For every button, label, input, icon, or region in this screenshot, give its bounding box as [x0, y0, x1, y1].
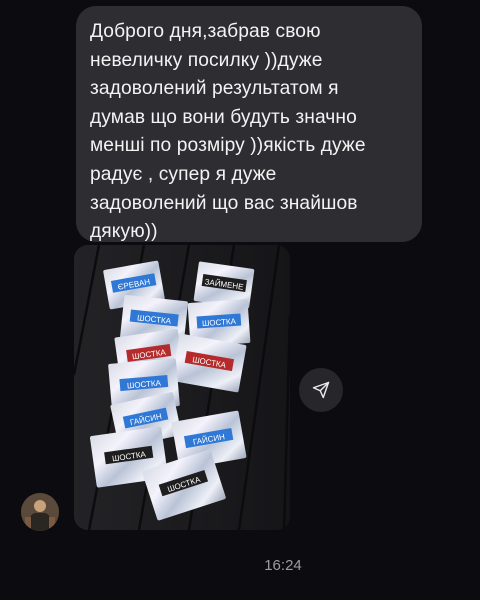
message-timestamp: 16:24 — [264, 557, 302, 574]
message-text: Доброго дня,забрав свою невеличку посилк… — [90, 21, 366, 243]
chat-screen: Доброго дня,забрав свою невеличку посилк… — [0, 0, 480, 600]
share-button[interactable] — [299, 368, 343, 412]
sender-avatar[interactable] — [21, 493, 59, 531]
received-message-bubble[interactable]: Доброго дня,забрав свою невеличку посилк… — [76, 6, 422, 242]
avatar-image — [21, 493, 59, 531]
share-icon — [312, 381, 330, 399]
photo-attachment[interactable]: ЄРЕВАН ЗАЙМЕНЕ ШОСТКА ШОСТКА ШОСТКА ШОСТ… — [74, 245, 290, 530]
